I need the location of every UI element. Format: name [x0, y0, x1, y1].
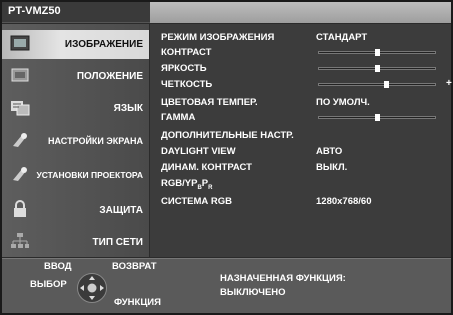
menu-row-value: ПО УМОЛЧ. — [316, 97, 370, 108]
sidebar-item-network[interactable]: ТИП СЕТИ — [2, 228, 149, 257]
menu-row-label: DAYLIGHT VIEW — [161, 146, 236, 157]
slider-knob[interactable] — [374, 114, 380, 121]
menu-row-rgb-ypbpr[interactable]: RGB/YPBPR — [150, 176, 451, 191]
back-hint: ВОЗВРАТ — [112, 261, 157, 272]
display-settings-icon — [13, 133, 27, 147]
sidebar-item-label: ЯЗЫК — [113, 103, 143, 114]
projector-osd-menu: PT-VMZ50 ИЗОБРАЖЕНИЕ ПОЛОЖЕНИЕ ЯЗЫК НАСТ… — [2, 2, 452, 313]
menu-row-color-temp[interactable]: ЦВЕТОВАЯ ТЕМПЕР. ПО УМОЛЧ. — [150, 95, 451, 110]
sidebar-item-label: ЗАЩИТА — [99, 205, 143, 216]
menu-header: PT-VMZ50 — [2, 2, 451, 23]
projector-settings-icon — [13, 167, 27, 181]
menu-row-advanced-settings[interactable]: ДОПОЛНИТЕЛЬНЫЕ НАСТР. — [150, 128, 451, 143]
menu-row-label: КОНТРАСТ — [161, 47, 212, 58]
gamma-slider[interactable] — [318, 114, 436, 121]
sidebar-item-label: УСТАНОВКИ ПРОЕКТОРА — [36, 170, 143, 180]
sharpness-slider[interactable] — [318, 81, 436, 88]
slider-knob[interactable] — [383, 81, 389, 88]
sidebar-item-label: ИЗОБРАЖЕНИЕ — [64, 39, 143, 50]
function-hint: ФУНКЦИЯ — [114, 297, 161, 308]
select-hint: ВЫБОР — [30, 279, 67, 290]
menu-row-gamma[interactable]: ГАММА — [150, 110, 451, 125]
menu-row-brightness[interactable]: ЯРКОСТЬ — [150, 61, 451, 76]
sidebar-item-security[interactable]: ЗАЩИТА — [2, 196, 149, 225]
dpad-arrows-icon — [80, 276, 104, 300]
menu-row-value: СТАНДАРТ — [316, 32, 368, 43]
slider-knob[interactable] — [374, 49, 380, 56]
menu-row-dynamic-contrast[interactable]: ДИНАМ. КОНТРАСТ ВЫКЛ. — [150, 160, 451, 175]
menu-row-label: ЧЕТКОСТЬ — [161, 79, 213, 90]
dpad-icon — [77, 273, 107, 303]
menu-row-label: RGB/YPBPR — [161, 178, 212, 191]
network-icon — [11, 233, 29, 248]
assigned-function-label: НАЗНАЧЕННАЯ ФУНКЦИЯ: — [220, 273, 346, 284]
plus-indicator: + — [446, 78, 452, 89]
language-icon — [11, 101, 30, 116]
menu-row-label: СИСТЕМА RGB — [161, 196, 232, 207]
menu-row-label: ЯРКОСТЬ — [161, 63, 207, 74]
menu-content: РЕЖИМ ИЗОБРАЖЕНИЯ СТАНДАРТ КОНТРАСТ ЯРКО… — [150, 24, 452, 257]
sidebar-item-language[interactable]: ЯЗЫК — [2, 94, 149, 123]
picture-icon — [10, 35, 30, 51]
menu-row-value: ВЫКЛ. — [316, 162, 348, 173]
slider-knob[interactable] — [374, 65, 380, 72]
sidebar-item-label: НАСТРОЙКИ ЭКРАНА — [48, 136, 143, 146]
sidebar-item-display-settings[interactable]: НАСТРОЙКИ ЭКРАНА — [2, 127, 149, 156]
menu-row-label: РЕЖИМ ИЗОБРАЖЕНИЯ — [161, 32, 275, 43]
contrast-slider[interactable] — [318, 49, 436, 56]
sidebar: ИЗОБРАЖЕНИЕ ПОЛОЖЕНИЕ ЯЗЫК НАСТРОЙКИ ЭКР… — [2, 24, 149, 257]
lock-icon — [14, 200, 26, 217]
sidebar-item-label: ТИП СЕТИ — [92, 237, 143, 248]
menu-row-contrast[interactable]: КОНТРАСТ — [150, 45, 451, 60]
sidebar-item-picture[interactable]: ИЗОБРАЖЕНИЕ — [2, 30, 149, 59]
sidebar-item-position[interactable]: ПОЛОЖЕНИЕ — [2, 62, 149, 91]
menu-row-value: 1280x768/60 — [316, 196, 372, 207]
menu-row-label: ЦВЕТОВАЯ ТЕМПЕР. — [161, 97, 258, 108]
menu-row-value: АВТО — [316, 146, 343, 157]
enter-hint: ВВОД — [44, 261, 72, 272]
menu-row-label: ДИНАМ. КОНТРАСТ — [161, 162, 252, 173]
sidebar-item-label: ПОЛОЖЕНИЕ — [76, 71, 143, 82]
rgb-ypbpr-main: RGB/YP — [161, 178, 198, 189]
sidebar-item-projector-settings[interactable]: УСТАНОВКИ ПРОЕКТОРА — [2, 161, 149, 190]
header-bar — [150, 2, 451, 23]
menu-row-picture-mode[interactable]: РЕЖИМ ИЗОБРАЖЕНИЯ СТАНДАРТ — [150, 30, 451, 45]
rgb-ypbpr-sub-r: R — [208, 184, 213, 191]
menu-row-label: ДОПОЛНИТЕЛЬНЫЕ НАСТР. — [161, 130, 294, 141]
model-name: PT-VMZ50 — [8, 5, 61, 17]
brightness-slider[interactable] — [318, 65, 436, 72]
menu-row-sharpness[interactable]: ЧЕТКОСТЬ + — [150, 77, 452, 92]
menu-row-daylight-view[interactable]: DAYLIGHT VIEW АВТО — [150, 144, 451, 159]
menu-footer: ВВОД ВЫБОР ВОЗВРАТ ФУНКЦИЯ НАЗНАЧЕННАЯ Ф… — [2, 258, 451, 313]
assigned-function-value: ВЫКЛЮЧЕНО — [220, 287, 286, 298]
position-icon — [11, 68, 29, 82]
menu-row-rgb-system[interactable]: СИСТЕМА RGB 1280x768/60 — [150, 194, 451, 209]
menu-row-label: ГАММА — [161, 112, 196, 123]
